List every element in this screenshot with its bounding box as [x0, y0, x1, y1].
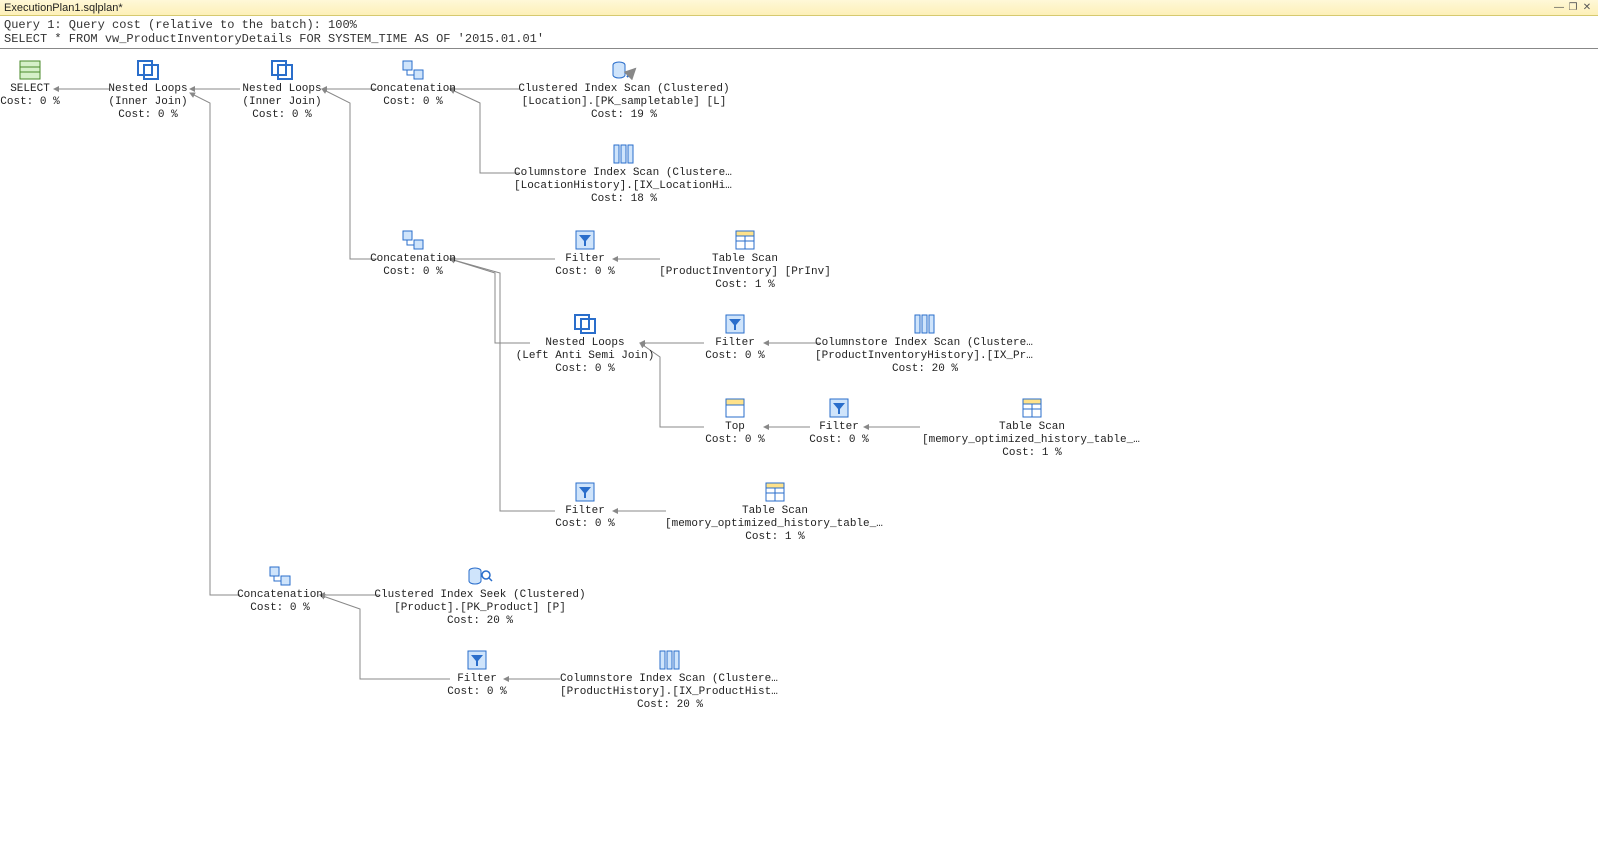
- filter-icon: [367, 649, 587, 671]
- filter-icon: [625, 313, 845, 335]
- query-sql-text: SELECT * FROM vw_ProductInventoryDetails…: [0, 32, 1598, 49]
- op-filter-2[interactable]: Filter Cost: 0 %: [625, 313, 845, 363]
- title-bar: ExecutionPlan1.sqlplan* — ❐ ✕: [0, 0, 1598, 16]
- op-filter-4[interactable]: Filter Cost: 0 %: [475, 481, 695, 531]
- op-filter-3[interactable]: Filter Cost: 0 %: [729, 397, 949, 447]
- minimize-icon[interactable]: —: [1552, 2, 1566, 13]
- op-table-scan-memopt-1[interactable]: Table Scan [memory_optimized_history_tab…: [922, 397, 1142, 460]
- op-columnstore-scan-productinventoryhistory[interactable]: Columnstore Index Scan (Clustered) [Prod…: [815, 313, 1035, 376]
- columnstore-scan-icon: [560, 649, 780, 671]
- concatenation-icon: [303, 59, 523, 81]
- columnstore-scan-icon: [514, 143, 734, 165]
- table-scan-icon: [635, 229, 855, 251]
- op-table-scan-memopt-2[interactable]: Table Scan [memory_optimized_history_tab…: [665, 481, 885, 544]
- columnstore-scan-icon: [815, 313, 1035, 335]
- execution-plan-canvas[interactable]: SELECT Cost: 0 % Nested Loops (Inner Joi…: [0, 49, 1598, 839]
- op-columnstore-scan-locationhistory[interactable]: Columnstore Index Scan (Clustered) [Loca…: [514, 143, 734, 206]
- restore-icon[interactable]: ❐: [1566, 2, 1580, 13]
- op-columnstore-scan-producthistory[interactable]: Columnstore Index Scan (Clustered) [Prod…: [560, 649, 780, 712]
- concatenation-icon: [170, 565, 390, 587]
- op-concatenation-1[interactable]: Concatenation Cost: 0 %: [303, 59, 523, 109]
- clustered-index-scan-icon: [514, 59, 734, 81]
- filter-icon: [729, 397, 949, 419]
- op-concatenation-3[interactable]: Concatenation Cost: 0 %: [170, 565, 390, 615]
- filter-icon: [475, 481, 695, 503]
- op-filter-5[interactable]: Filter Cost: 0 %: [367, 649, 587, 699]
- op-table-scan-productinventory[interactable]: Table Scan [ProductInventory] [PrInv] Co…: [635, 229, 855, 292]
- op-clustered-index-seek-product[interactable]: Clustered Index Seek (Clustered) [Produc…: [370, 565, 590, 628]
- window-title: ExecutionPlan1.sqlplan*: [4, 2, 1552, 14]
- query-cost-header: Query 1: Query cost (relative to the bat…: [0, 16, 1598, 32]
- op-clustered-index-scan-location[interactable]: Clustered Index Scan (Clustered) [Locati…: [514, 59, 734, 122]
- table-scan-icon: [665, 481, 885, 503]
- close-icon[interactable]: ✕: [1580, 2, 1594, 13]
- clustered-index-seek-icon: [370, 565, 590, 587]
- table-scan-icon: [922, 397, 1142, 419]
